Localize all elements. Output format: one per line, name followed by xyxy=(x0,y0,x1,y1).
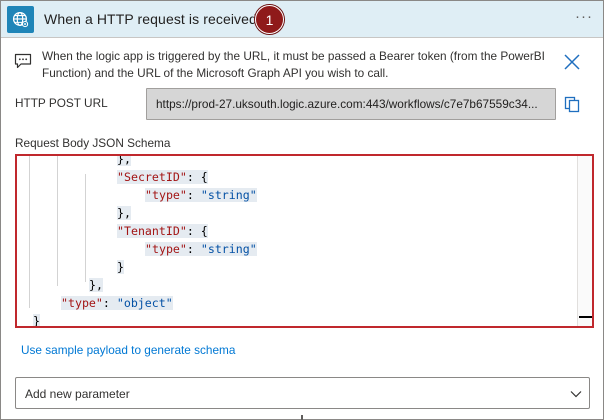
use-sample-payload-link[interactable]: Use sample payload to generate schema xyxy=(21,343,235,357)
code-line: "TenantID": { xyxy=(117,222,208,240)
code-text: }, xyxy=(117,206,131,220)
code-line: "SecretID": { xyxy=(117,168,208,186)
connector-stub xyxy=(301,415,303,420)
json-punctuation: } xyxy=(117,260,124,274)
editor-scrollbar[interactable] xyxy=(577,156,592,326)
description-line-2: Function) and the URL of the Microsoft G… xyxy=(42,66,389,80)
code-line: }, xyxy=(89,276,103,294)
code-line: }, xyxy=(117,204,131,222)
trigger-header[interactable]: When a HTTP request is received 1 ··· xyxy=(1,1,603,38)
code-line: "type": "string" xyxy=(145,186,257,204)
step-badge: 1 xyxy=(255,5,284,34)
json-key: "SecretID" xyxy=(117,170,187,184)
indent-guide xyxy=(85,174,86,282)
add-new-parameter-dropdown[interactable]: Add new parameter xyxy=(15,377,590,409)
chevron-down-icon xyxy=(570,387,582,399)
indent-guide xyxy=(29,156,30,308)
http-post-url-label: HTTP POST URL xyxy=(15,96,108,110)
json-punctuation: : { xyxy=(186,224,208,238)
json-string: "object" xyxy=(116,296,173,310)
http-post-url-field[interactable]: https://prod-27.uksouth.logic.azure.com:… xyxy=(146,88,556,120)
json-punctuation: : xyxy=(186,188,201,202)
code-text: "SecretID": { xyxy=(117,170,208,184)
code-text: }, xyxy=(117,154,131,166)
schema-label: Request Body JSON Schema xyxy=(15,136,171,150)
schema-editor[interactable]: }, "SecretID": {"type": "string"}, "Tenant… xyxy=(15,154,594,328)
json-punctuation: : { xyxy=(186,170,208,184)
scrollbar-position-marker xyxy=(579,316,592,318)
json-key: "TenantID" xyxy=(117,224,187,238)
code-text: }, xyxy=(89,278,103,292)
json-string: "string" xyxy=(200,188,257,202)
schema-code-area[interactable]: }, "SecretID": {"type": "string"}, "Tenant… xyxy=(19,156,577,326)
json-punctuation: : xyxy=(186,242,201,256)
copy-icon[interactable] xyxy=(564,96,580,113)
json-punctuation: } xyxy=(33,314,40,328)
description-line-1: When the logic app is triggered by the U… xyxy=(42,49,545,63)
json-key: "type" xyxy=(145,242,187,256)
trigger-description: When the logic app is triggered by the U… xyxy=(42,48,552,82)
code-line: }, xyxy=(117,154,131,168)
code-line: "type": "string" xyxy=(145,240,257,258)
code-text: } xyxy=(33,314,40,328)
json-key: "type" xyxy=(145,188,187,202)
indent-guide xyxy=(57,156,58,286)
json-punctuation: }, xyxy=(117,206,131,220)
code-line: } xyxy=(33,312,40,328)
add-new-parameter-label: Add new parameter xyxy=(25,387,130,401)
code-text: "type": "string" xyxy=(145,242,257,256)
json-key: "type" xyxy=(61,296,103,310)
trigger-card: When a HTTP request is received 1 ··· Wh… xyxy=(0,0,604,420)
code-text: } xyxy=(117,260,124,274)
code-text: "TenantID": { xyxy=(117,224,208,238)
comment-icon xyxy=(14,53,32,69)
code-text: "type": "string" xyxy=(145,188,257,202)
close-icon[interactable] xyxy=(563,53,581,71)
code-text: "type": "object" xyxy=(61,296,173,310)
code-line: } xyxy=(117,258,124,276)
json-punctuation: : xyxy=(102,296,117,310)
json-string: "string" xyxy=(200,242,257,256)
json-punctuation: }, xyxy=(89,278,103,292)
code-line: "type": "object" xyxy=(61,294,173,312)
more-options-button[interactable]: ··· xyxy=(575,8,593,25)
json-punctuation: }, xyxy=(117,154,131,166)
globe-icon xyxy=(7,6,34,33)
trigger-title: When a HTTP request is received xyxy=(44,11,257,27)
